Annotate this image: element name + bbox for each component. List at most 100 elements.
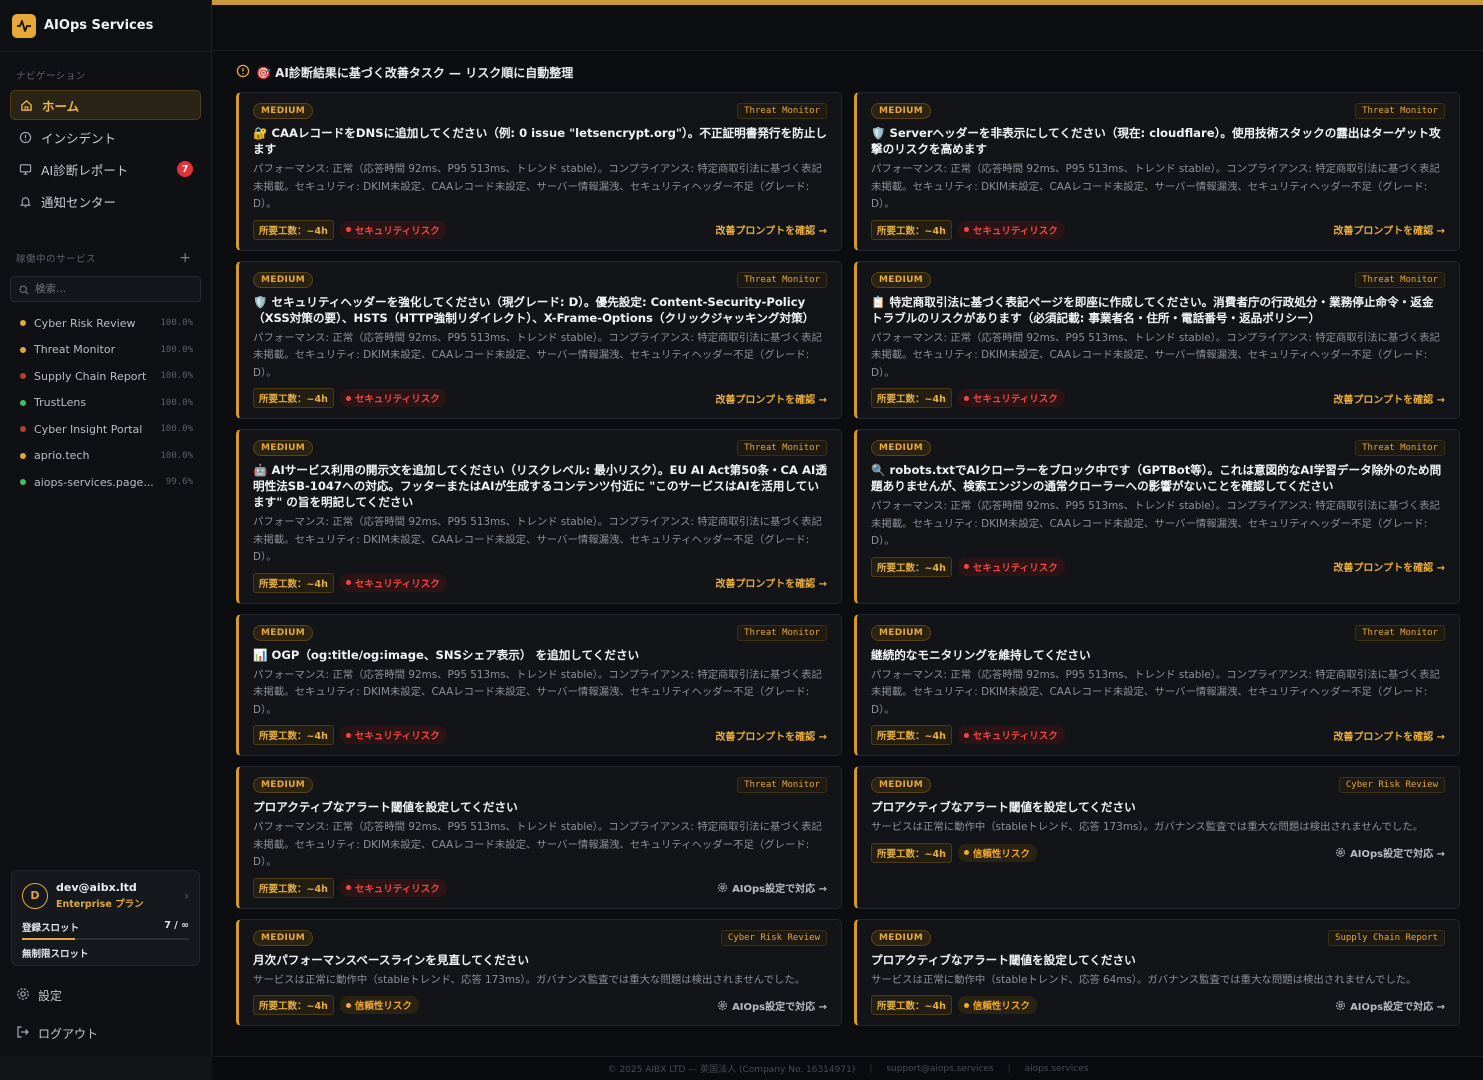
view-prompt-link[interactable]: 改善プロンプトを確認 → [715,222,827,237]
aiops-settings-link[interactable]: AIOps設定で対応 → [717,998,827,1013]
nav-item-home[interactable]: ホーム [10,90,201,120]
task-title: プロアクティブなアラート閾値を設定してください [871,800,1136,814]
view-prompt-link[interactable]: 改善プロンプトを確認 → [715,728,827,743]
severity-badge: MEDIUM [871,929,931,946]
task-card[interactable]: MEDIUM Supply Chain Report プロアクティブなアラート閾… [854,918,1460,1026]
task-card[interactable]: MEDIUM Threat Monitor プロアクティブなアラート閾値を設定し… [236,766,842,909]
service-item-threat-monitor[interactable]: Threat Monitor 100.0% [0,337,211,364]
home-icon [19,98,33,112]
source-service-tag[interactable]: Threat Monitor [1355,440,1445,456]
pulse-logo-icon [12,13,36,38]
source-service-tag[interactable]: Cyber Risk Review [720,929,827,946]
task-description: パフォーマンス: 正常（応答時間 92ms、P95 513ms、トレンド sta… [253,668,822,716]
aiops-settings-link[interactable]: AIOps設定で対応 → [717,880,827,895]
footer-site-link[interactable]: aiops.services [1025,1064,1089,1074]
source-service-tag[interactable]: Threat Monitor [1355,624,1445,641]
task-card[interactable]: MEDIUM Cyber Risk Review 月次パフォーマンスベースライン… [236,918,842,1026]
account-email: dev@aibx.ltd [56,881,137,894]
risk-badge: セキュリティリスク [957,389,1065,407]
services-section-label: 稼働中のサービス [16,254,97,265]
service-item-aprio-tech[interactable]: aprio.tech 100.0% [0,443,211,470]
service-item-cyber-risk-review[interactable]: Cyber Risk Review 100.0% [0,310,211,337]
source-service-tag[interactable]: Threat Monitor [737,440,827,456]
task-title: 📊 OGP（og:title/og:image、SNSシェア表示） を追加してく… [253,647,640,662]
cta-label: AIOps設定で対応 → [732,1001,827,1013]
cta-label: 改善プロンプトを確認 → [1333,226,1445,237]
chevron-right-icon: › [184,888,189,903]
brand[interactable]: AIOps Services [0,0,211,52]
page-title-text: 🎯 AI診断結果に基づく改善タスク — リスク順に自動整理 [256,65,574,80]
risk-dot-icon [963,850,969,855]
aiops-settings-link[interactable]: AIOps設定で対応 → [1335,845,1445,860]
source-service-tag[interactable]: Threat Monitor [737,777,827,793]
task-card[interactable]: MEDIUM Threat Monitor 📊 OGP（og:title/og:… [236,613,842,756]
task-description: パフォーマンス: 正常（応答時間 92ms、P95 513ms、トレンド sta… [871,500,1440,547]
task-card[interactable]: MEDIUM Threat Monitor 🔐 CAAレコードをDNSに追加して… [236,92,842,251]
effort-badge: 所要工数：~4h [253,877,334,898]
gear-icon [717,1000,728,1011]
source-service-tag[interactable]: Cyber Risk Review [1338,777,1445,793]
search-input[interactable] [35,283,185,295]
task-card[interactable]: MEDIUM Threat Monitor 🔍 robots.txtでAIクロー… [854,429,1460,604]
status-dot [20,426,26,433]
service-item-trustlens[interactable]: TrustLens 100.0% [0,390,211,417]
view-prompt-link[interactable]: 改善プロンプトを確認 → [1333,728,1445,743]
source-service-tag[interactable]: Threat Monitor [737,271,827,288]
view-prompt-link[interactable]: 改善プロンプトを確認 → [715,391,827,406]
risk-dot-icon [345,227,351,232]
view-prompt-link[interactable]: 改善プロンプトを確認 → [1333,222,1445,237]
task-card[interactable]: MEDIUM Threat Monitor 継続的なモニタリングを維持してくださ… [854,613,1460,756]
add-service-button[interactable]: + [179,250,191,266]
page-title: 🎯 AI診断結果に基づく改善タスク — リスク順に自動整理 [236,63,1461,81]
task-card-grid: MEDIUM Threat Monitor 🔐 CAAレコードをDNSに追加して… [236,92,1461,1026]
task-card[interactable]: MEDIUM Threat Monitor 🛡️ セキュリティヘッダーを強化して… [236,260,842,419]
cta-label: 改善プロンプトを確認 → [715,226,827,237]
risk-badge: 信頼性リスク [957,996,1037,1014]
service-item-supply-chain-report[interactable]: Supply Chain Report 100.0% [0,363,211,390]
source-service-tag[interactable]: Threat Monitor [737,624,827,641]
effort-badge: 所要工数：~4h [871,556,952,577]
aiops-settings-link[interactable]: AIOps設定で対応 → [1335,998,1445,1013]
task-description: パフォーマンス: 正常（応答時間 92ms、P95 513ms、トレンド sta… [871,331,1440,379]
severity-badge: MEDIUM [253,440,313,456]
main-content: 🎯 AI診断結果に基づく改善タスク — リスク順に自動整理 MEDIUM Thr… [213,52,1483,1056]
view-prompt-link[interactable]: 改善プロンプトを確認 → [715,575,827,590]
nav-item-label: AI診断レポート [41,162,129,178]
risk-dot-icon [345,1002,351,1008]
account-card[interactable]: D dev@aibx.ltd Enterprise プラン › 登録スロット 7… [11,870,200,966]
view-prompt-link[interactable]: 改善プロンプトを確認 → [1333,391,1445,406]
service-uptime: 100.0% [160,397,193,408]
nav-item-ai-report[interactable]: AI診断レポート 7 [10,154,201,184]
nav-item-label: 通知センター [41,194,117,210]
footer-support-link[interactable]: support@aiops.services [886,1064,993,1074]
task-description: サービスは正常に動作中（stableトレンド、応答 173ms）。ガバナンス監査… [253,973,806,986]
task-card[interactable]: MEDIUM Cyber Risk Review プロアクティブなアラート閾値を… [854,766,1460,909]
risk-label: セキュリティリスク [354,394,440,405]
service-uptime: 100.0% [160,318,193,329]
source-service-tag[interactable]: Threat Monitor [1355,103,1445,119]
avatar: D [22,882,48,909]
task-card[interactable]: MEDIUM Threat Monitor 📋 特定商取引法に基づく表記ページを… [854,260,1460,419]
footer-separator: | [1007,1063,1011,1074]
task-title: プロアクティブなアラート閾値を設定してください [253,800,518,814]
footer-copyright: © 2025 AIBX LTD — 英国法人 (Company No. 1631… [607,1065,856,1075]
nav-item-incidents[interactable]: インシデント [10,122,201,152]
service-item-cyber-insight-portal[interactable]: Cyber Insight Portal 100.0% [0,416,211,443]
service-search[interactable] [10,276,201,302]
top-header [213,5,1483,51]
effort-badge: 所要工数：~4h [871,842,952,863]
service-name: Cyber Insight Portal [34,422,143,436]
cta-label: 改善プロンプトを確認 → [715,394,827,406]
settings-link[interactable]: 設定 [16,987,62,1004]
source-service-tag[interactable]: Threat Monitor [737,103,827,119]
settings-label: 設定 [38,989,63,1003]
view-prompt-link[interactable]: 改善プロンプトを確認 → [1333,559,1445,574]
nav-item-notifications[interactable]: 通知センター [10,186,201,216]
source-service-tag[interactable]: Threat Monitor [1355,271,1445,288]
source-service-tag[interactable]: Supply Chain Report [1328,929,1445,946]
logout-label: ログアウト [38,1027,99,1041]
logout-link[interactable]: ログアウト [16,1025,98,1042]
task-card[interactable]: MEDIUM Threat Monitor 🛡️ Serverヘッダーを非表示に… [854,92,1460,251]
service-item-aiops-services[interactable]: aiops-services.page... 99.6% [0,469,211,496]
task-card[interactable]: MEDIUM Threat Monitor 🤖 AIサービス利用の開示文を追加し… [236,429,842,604]
